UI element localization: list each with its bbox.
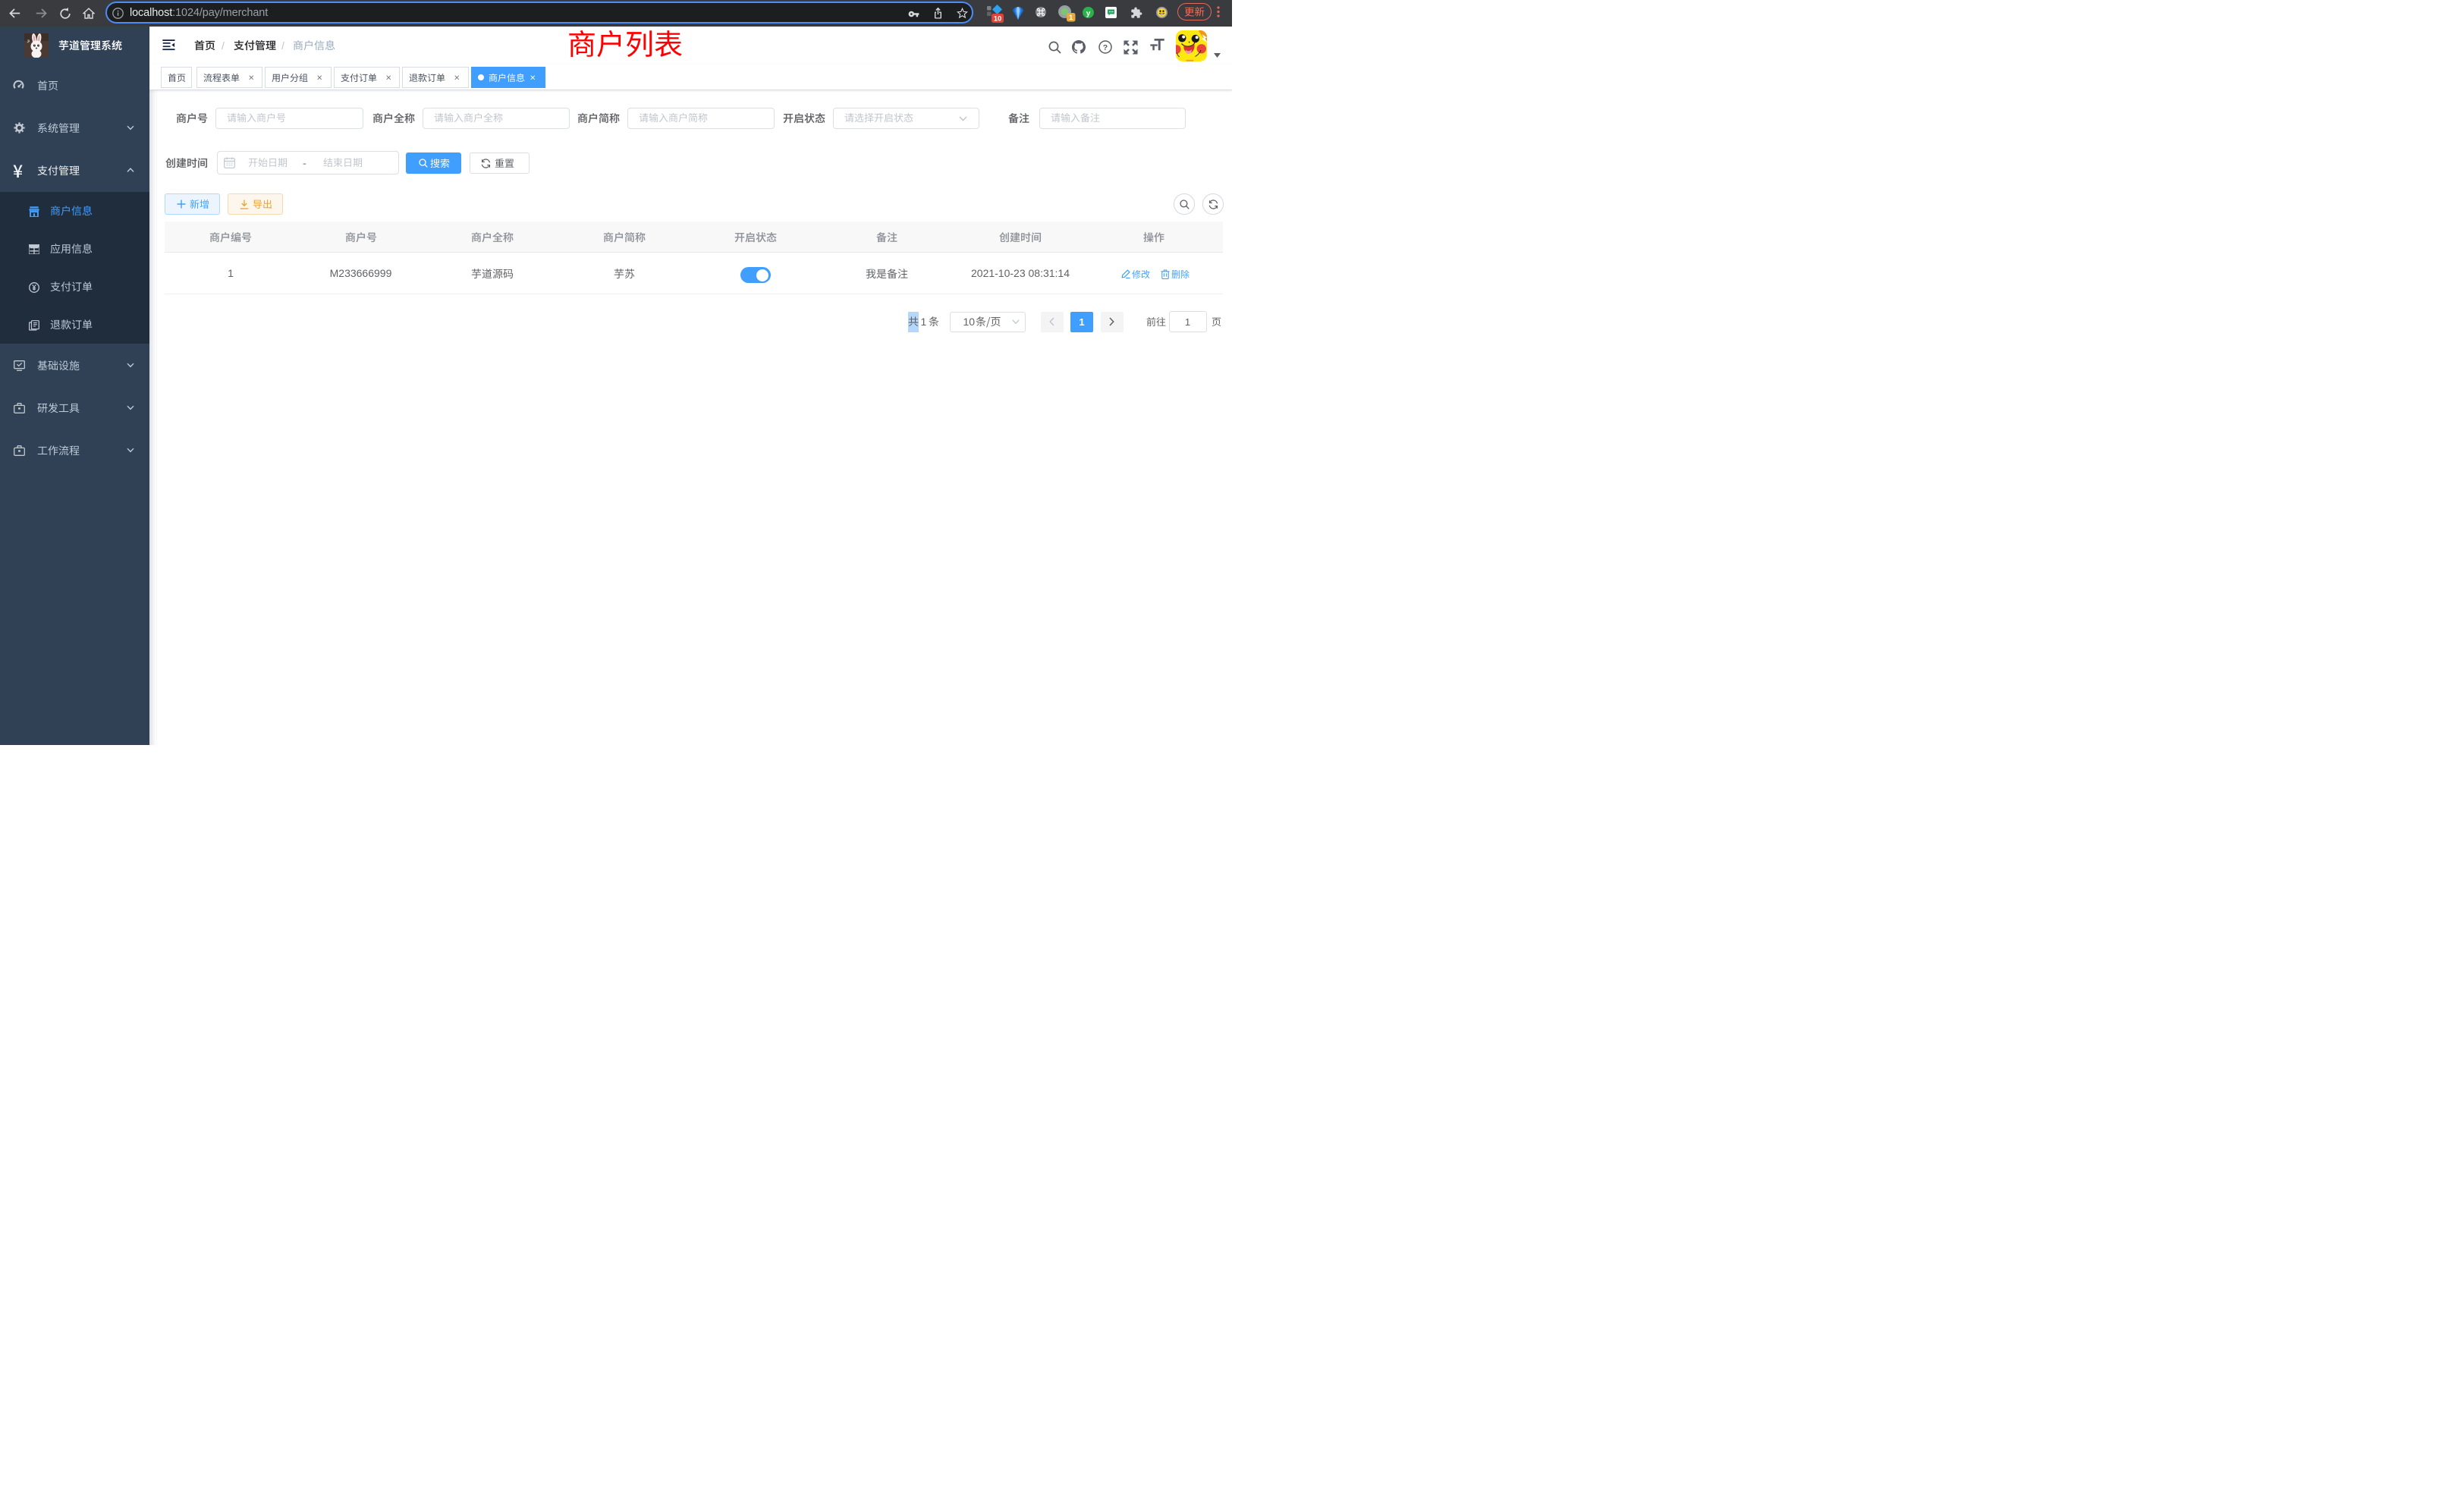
- svg-text:?: ?: [1103, 43, 1108, 52]
- svg-text:y: y: [1086, 8, 1091, 17]
- svg-text:1: 1: [1069, 14, 1073, 22]
- svg-text:10: 10: [994, 15, 1002, 24]
